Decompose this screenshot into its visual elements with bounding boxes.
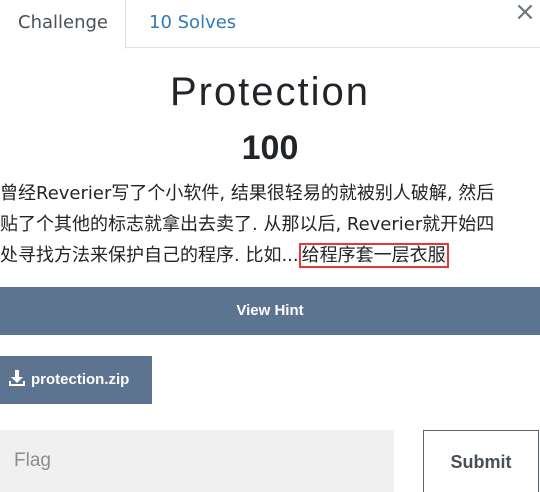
challenge-value: 100 <box>241 129 299 167</box>
challenge-description: 曾经Reverier写了个小软件, 结果很轻易的就被别人破解, 然后 贴了个其他… <box>0 178 540 271</box>
file-name-label: protection.zip <box>31 371 130 388</box>
challenge-tabs: Challenge 10 Solves <box>0 0 540 49</box>
description-line-3-text: 处寻找方法来保护自己的程序. 比如... <box>0 245 299 266</box>
description-line-3: 处寻找方法来保护自己的程序. 比如... 给程序套一层衣服 <box>0 240 540 271</box>
challenge-name: Protection <box>169 70 371 114</box>
tab-solves[interactable]: 10 Solves <box>131 0 254 48</box>
submit-button[interactable]: Submit <box>423 430 539 492</box>
description-highlight: 给程序套一层衣服 <box>298 243 449 268</box>
description-line-1: 曾经Reverier写了个小软件, 结果很轻易的就被别人破解, 然后 <box>0 183 495 204</box>
description-line-2: 贴了个其他的标志就拿出去卖了. 从那以后, Reverier就开始四 <box>0 214 495 235</box>
close-icon[interactable]: × <box>512 0 538 26</box>
view-hint-button[interactable]: View Hint <box>0 287 540 335</box>
tab-challenge[interactable]: Challenge <box>0 0 126 49</box>
download-icon <box>9 370 25 386</box>
flag-input[interactable] <box>0 430 394 492</box>
download-file-button[interactable]: protection.zip <box>0 356 152 404</box>
